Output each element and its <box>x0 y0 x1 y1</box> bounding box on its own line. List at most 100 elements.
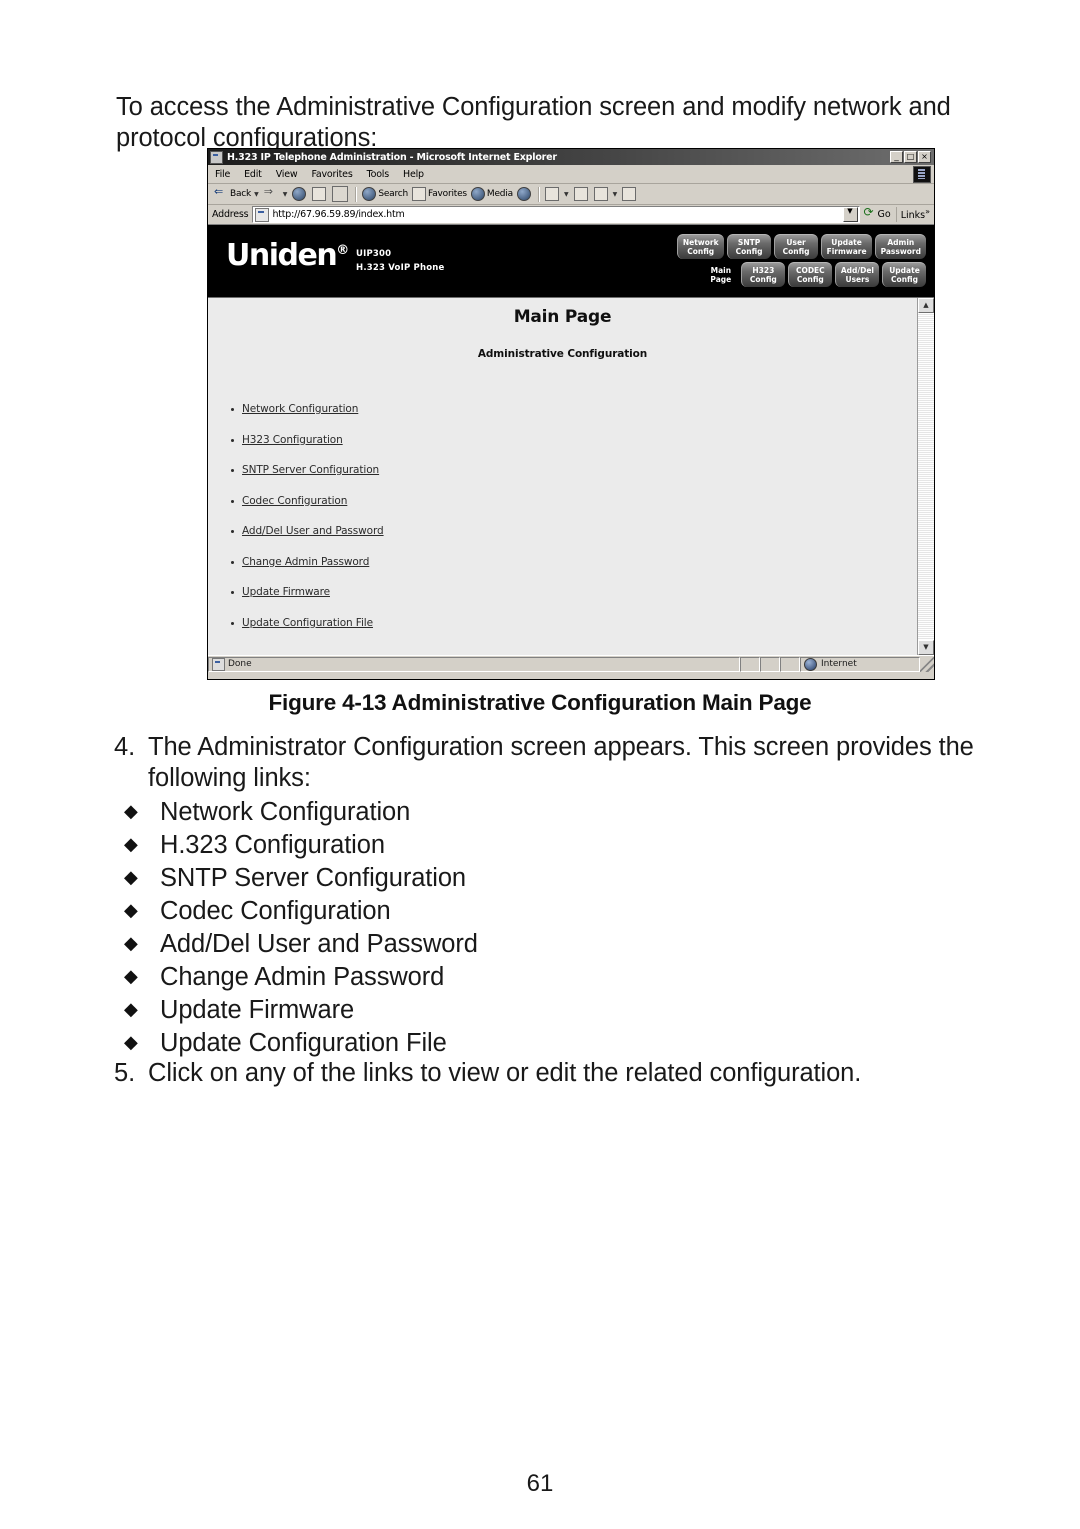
status-text: Done <box>228 659 252 669</box>
site-nav: Network Config SNTP Config User Config U… <box>676 234 926 287</box>
toolbar-favorites-button[interactable]: Favorites <box>410 187 469 201</box>
menu-item-help[interactable]: Help <box>396 169 431 180</box>
toolbar-edit-button[interactable] <box>592 187 612 201</box>
toolbar-stop-button[interactable] <box>290 187 310 201</box>
browser-window-screenshot: H.323 IP Telephone Administration - Micr… <box>207 148 935 680</box>
menu-item-edit[interactable]: Edit <box>237 169 269 180</box>
toolbar-refresh-button[interactable] <box>310 187 330 201</box>
registered-mark-icon: ® <box>336 243 349 258</box>
nav-main-page[interactable]: Main Page <box>704 263 738 287</box>
globe-icon <box>804 657 817 671</box>
vertical-scrollbar[interactable] <box>917 298 934 655</box>
list-item: Change Admin Password <box>124 960 984 994</box>
scroll-up-icon[interactable] <box>918 298 934 313</box>
scrollbar-track[interactable] <box>918 313 934 640</box>
toolbar-forward-button[interactable] <box>262 185 282 201</box>
step-5-number: 5. <box>114 1059 136 1087</box>
toolbar-back-button[interactable]: Back <box>212 185 253 201</box>
list-item: Network Configuration <box>124 795 984 829</box>
nav-update-firmware[interactable]: Update Firmware <box>820 234 872 259</box>
maximize-button[interactable]: □ <box>904 151 917 163</box>
minimize-button[interactable]: _ <box>890 151 903 163</box>
go-arrow-icon <box>864 205 876 220</box>
toolbar-media-button[interactable]: Media <box>469 187 515 201</box>
toolbar-search-button[interactable]: Search <box>360 187 410 201</box>
status-pane-2 <box>760 656 780 672</box>
resize-grip-icon[interactable] <box>920 656 934 672</box>
messenger-icon <box>622 187 637 201</box>
menu-item-file[interactable]: File <box>208 169 237 180</box>
nav-user-config[interactable]: User Config <box>773 234 818 259</box>
list-item: H.323 Configuration <box>124 828 984 862</box>
uniden-logo: Uniden® <box>226 241 349 271</box>
mail-dropdown-icon[interactable]: ▼ <box>564 191 569 198</box>
site-nav-row-2: Main Page H323 Config CODEC Config Add/D… <box>677 262 926 287</box>
address-value: http://67.96.59.89/index.htm <box>272 209 405 220</box>
nav-update-config[interactable]: Update Config <box>882 262 926 287</box>
edit-dropdown-icon[interactable]: ▼ <box>613 191 618 198</box>
links-button[interactable]: Links» <box>895 207 934 222</box>
security-zone-pane[interactable]: Internet <box>800 656 920 672</box>
back-dropdown-icon[interactable]: ▼ <box>254 191 259 198</box>
link-adddel-user-and-password[interactable]: Add/Del User and Password <box>242 525 384 537</box>
document-bullet-list: Network Configuration H.323 Configuratio… <box>124 795 984 1060</box>
nav-adddel-users[interactable]: Add/Del Users <box>834 262 879 287</box>
link-network-configuration[interactable]: Network Configuration <box>242 403 358 415</box>
site-nav-row-1: Network Config SNTP Config User Config U… <box>676 234 926 259</box>
toolbar-search-label: Search <box>378 189 409 199</box>
toolbar-media-label: Media <box>486 189 513 199</box>
close-button[interactable]: × <box>918 151 931 163</box>
link-sntp-server-configuration[interactable]: SNTP Server Configuration <box>242 464 379 476</box>
link-change-admin-password[interactable]: Change Admin Password <box>242 556 369 568</box>
browser-toolbar: Back ▼ ▼ Search Favorites <box>208 184 934 205</box>
menu-item-view[interactable]: View <box>269 169 305 180</box>
browser-statusbar: Done Internet <box>208 655 934 672</box>
toolbar-mail-button[interactable] <box>543 187 563 201</box>
model-info: UIP300 H.323 VoIP Phone <box>356 247 445 275</box>
forward-dropdown-icon[interactable]: ▼ <box>283 191 288 198</box>
browser-addressbar: Address http://67.96.59.89/index.htm Go … <box>208 205 934 225</box>
link-h323-configuration[interactable]: H323 Configuration <box>242 434 343 446</box>
document-page: To access the Administrative Configurati… <box>0 0 1080 1529</box>
toolbar-history-button[interactable] <box>515 187 535 201</box>
nav-h323-config[interactable]: H323 Config <box>740 262 785 287</box>
nav-admin-password[interactable]: Admin Password <box>874 234 926 259</box>
toolbar-favorites-label: Favorites <box>428 189 467 199</box>
page-icon <box>255 207 270 222</box>
browser-content: Main Page Administrative Configuration N… <box>208 298 917 655</box>
maximize-icon: □ <box>906 152 915 161</box>
status-page-icon <box>212 657 225 671</box>
nav-codec-config[interactable]: CODEC Config <box>787 262 832 287</box>
browser-content-wrapper: Main Page Administrative Configuration N… <box>208 297 934 655</box>
media-icon <box>470 187 485 201</box>
menu-item-tools[interactable]: Tools <box>360 169 396 180</box>
step-5-text: Click on any of the links to view or edi… <box>148 1059 862 1087</box>
link-codec-configuration[interactable]: Codec Configuration <box>242 495 347 507</box>
toolbar-print-button[interactable] <box>572 187 592 201</box>
toolbar-separator-2 <box>537 186 540 202</box>
link-update-configuration-file[interactable]: Update Configuration File <box>242 617 373 629</box>
window-title: H.323 IP Telephone Administration - Micr… <box>227 151 557 163</box>
favorites-icon <box>412 187 427 201</box>
scroll-down-icon[interactable] <box>918 640 934 655</box>
edit-word-icon <box>593 187 608 201</box>
nav-network-config[interactable]: Network Config <box>676 234 724 259</box>
browser-titlebar: H.323 IP Telephone Administration - Micr… <box>208 149 934 165</box>
list-item: Update Configuration File <box>231 617 917 629</box>
status-message-pane: Done <box>208 656 740 672</box>
go-button[interactable]: Go <box>860 205 896 220</box>
refresh-icon <box>312 187 327 201</box>
toolbar-home-button[interactable] <box>330 186 352 202</box>
nav-sntp-config[interactable]: SNTP Config <box>726 234 771 259</box>
address-input[interactable]: http://67.96.59.89/index.htm <box>252 206 860 223</box>
link-update-firmware[interactable]: Update Firmware <box>242 586 330 598</box>
forward-arrow-icon <box>264 185 278 201</box>
go-label: Go <box>877 209 891 220</box>
site-header: Uniden® UIP300 H.323 VoIP Phone Network … <box>208 225 934 297</box>
ie-logo-icon <box>913 166 931 183</box>
menu-item-favorites[interactable]: Favorites <box>304 169 359 180</box>
window-controls: _ □ × <box>890 151 931 163</box>
address-dropdown-icon[interactable] <box>842 207 858 222</box>
status-pane-3 <box>780 656 800 672</box>
toolbar-messenger-button[interactable] <box>620 187 640 201</box>
